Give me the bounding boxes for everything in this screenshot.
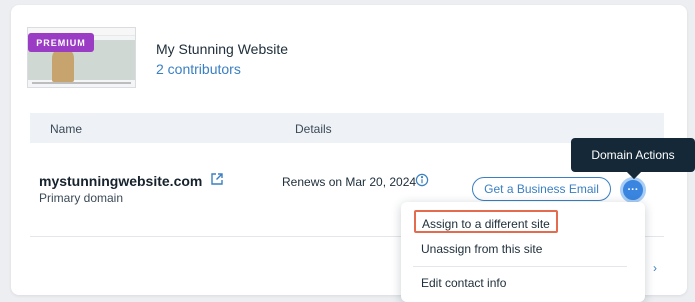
- column-header-details: Details: [295, 122, 332, 136]
- tooltip-label: Domain Actions: [591, 148, 675, 162]
- menu-divider: [413, 266, 627, 267]
- site-name: My Stunning Website: [156, 41, 289, 57]
- thumbnail-person-image: [52, 48, 74, 82]
- info-icon[interactable]: [415, 173, 429, 187]
- domain-subtitle: Primary domain: [39, 191, 124, 205]
- chevron-right-icon[interactable]: ›: [653, 261, 657, 275]
- unassign-from-site-item[interactable]: Unassign from this site: [421, 242, 542, 256]
- premium-badge: PREMIUM: [28, 33, 94, 52]
- renewal-details: Renews on Mar 20, 2024: [282, 175, 417, 189]
- assign-to-different-site-item[interactable]: Assign to a different site: [414, 210, 558, 233]
- table-header: Name Details: [30, 113, 664, 143]
- edit-contact-info-item[interactable]: Edit contact info: [421, 276, 506, 290]
- domain-actions-tooltip: Domain Actions: [571, 138, 695, 180]
- more-actions-button[interactable]: ···: [620, 177, 646, 203]
- column-header-name: Name: [50, 122, 83, 136]
- thumbnail-footer-line: [32, 82, 131, 84]
- external-link-icon[interactable]: [210, 172, 224, 186]
- domain-name: mystunningwebsite.com: [39, 173, 203, 189]
- get-business-email-button[interactable]: Get a Business Email: [472, 177, 611, 201]
- contributors-link[interactable]: 2 contributors: [156, 61, 241, 77]
- domain-actions-menu: Assign to a different site Unassign from…: [401, 202, 645, 302]
